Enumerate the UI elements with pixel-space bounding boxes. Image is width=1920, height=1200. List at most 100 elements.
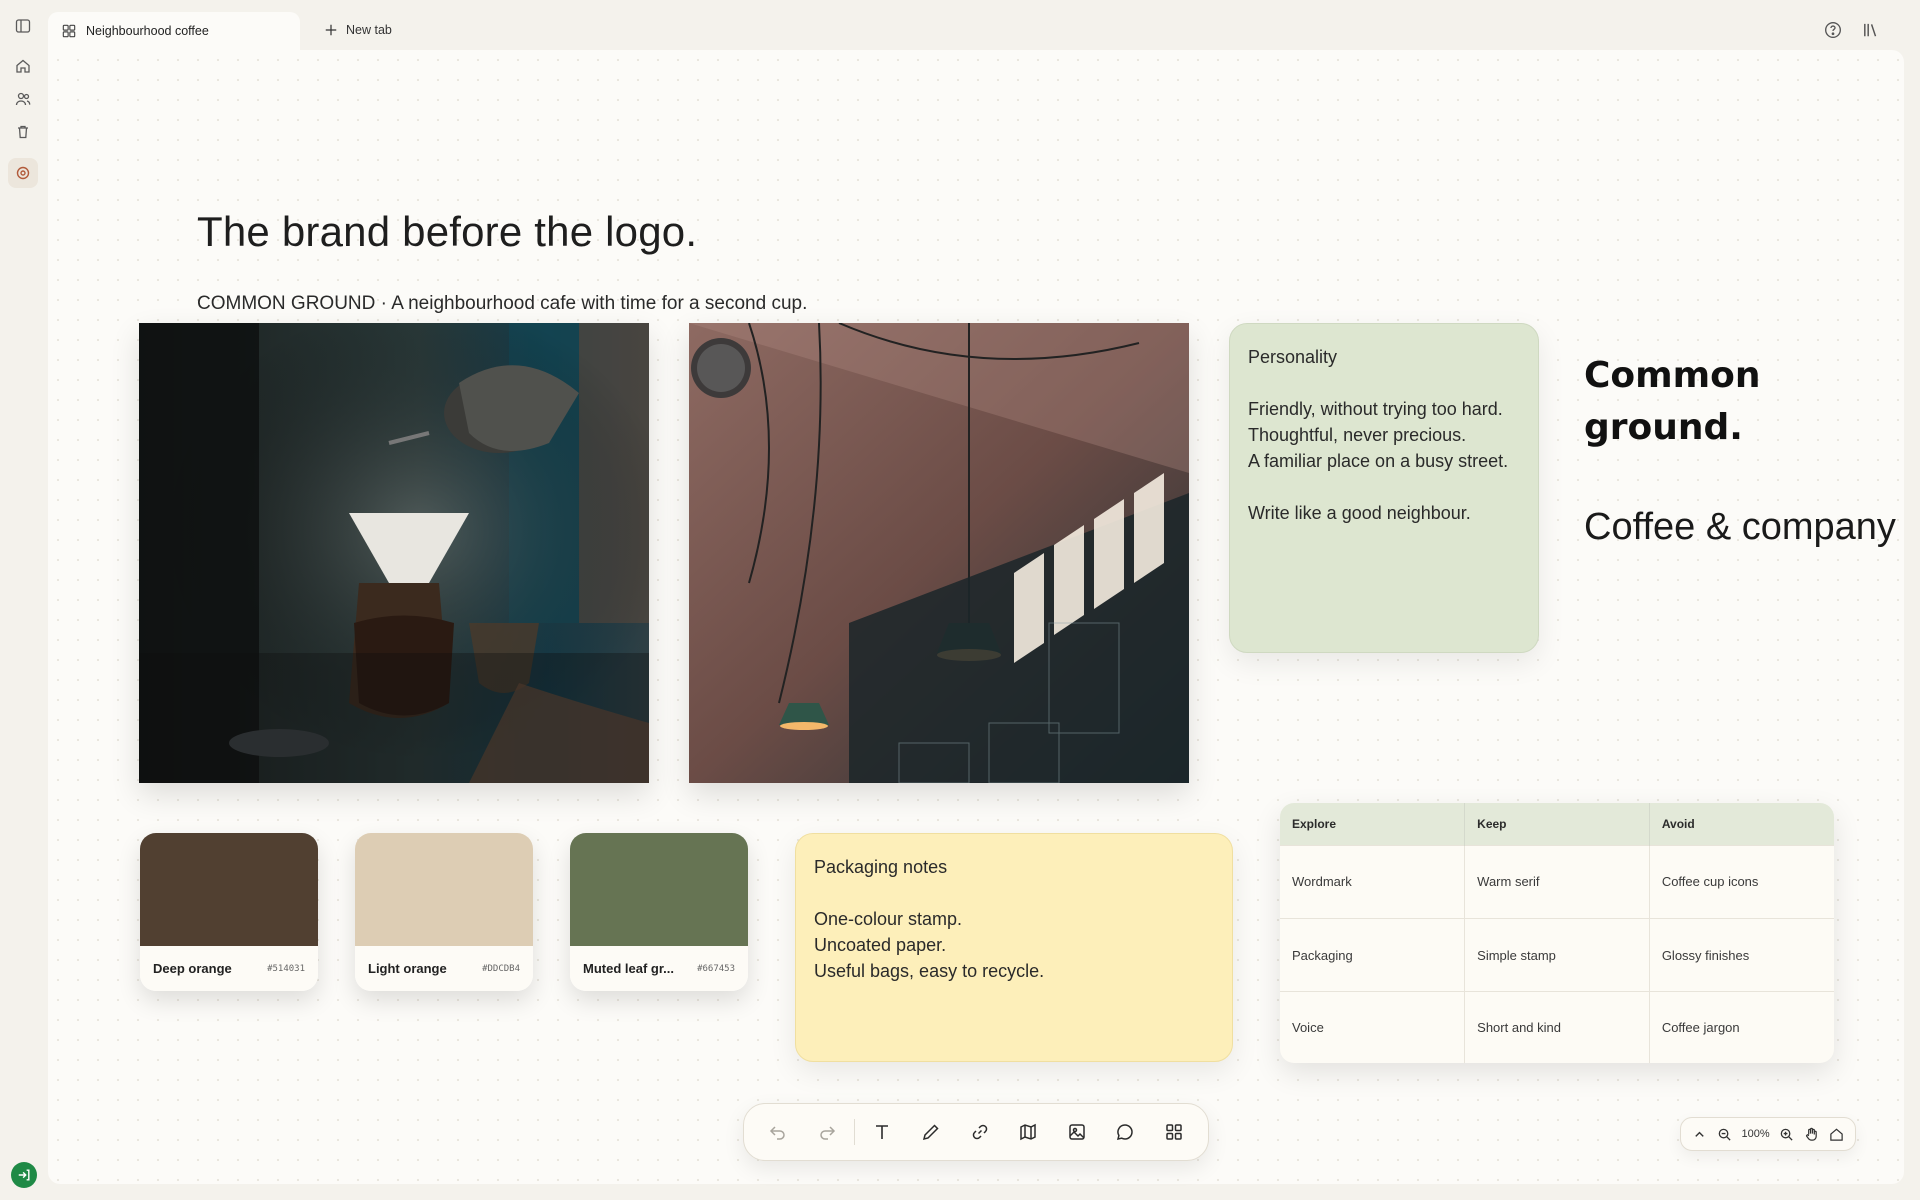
table-cell[interactable]: Coffee cup icons — [1649, 844, 1834, 919]
image-icon — [1067, 1122, 1087, 1142]
table-cell[interactable]: Simple stamp — [1464, 917, 1650, 992]
left-rail — [0, 0, 48, 1200]
packaging-line: One-colour stamp. — [814, 909, 963, 929]
apps-tool-button[interactable] — [1149, 1112, 1198, 1152]
trash-button[interactable] — [11, 120, 35, 144]
table-row: Packaging Simple stamp Glossy finishes — [1280, 917, 1834, 992]
brand-wordmark[interactable]: Common ground. — [1584, 350, 1844, 454]
board-canvas[interactable]: The brand before the logo. COMMON GROUND… — [48, 50, 1904, 1184]
home-view-icon[interactable] — [1829, 1127, 1844, 1142]
new-tab-button[interactable]: New tab — [324, 18, 392, 42]
map-tool-button[interactable] — [1004, 1112, 1053, 1152]
swatch-color — [355, 833, 533, 946]
personality-closing: Write like a good neighbour. — [1248, 503, 1471, 523]
table-cell[interactable]: Warm serif — [1464, 844, 1650, 919]
table-cell[interactable]: Packaging — [1280, 917, 1466, 992]
trash-icon — [15, 124, 31, 140]
personality-line: A familiar place on a busy street. — [1248, 451, 1509, 471]
link-tool-button[interactable] — [955, 1112, 1004, 1152]
personality-title: Personality — [1248, 347, 1338, 367]
zoom-in-icon[interactable] — [1779, 1127, 1794, 1142]
photo-pour-over[interactable] — [139, 323, 649, 783]
sidebar-toggle-icon — [15, 18, 31, 34]
swatch-name: Light orange — [368, 961, 447, 976]
personality-line: Thoughtful, never precious. — [1248, 425, 1467, 445]
personality-note[interactable]: Personality Friendly, without trying too… — [1229, 323, 1539, 653]
explore-keep-avoid-table[interactable]: Explore Keep Avoid Wordmark Warm serif C… — [1280, 803, 1834, 1063]
hand-icon[interactable] — [1804, 1127, 1819, 1142]
text-icon — [872, 1122, 892, 1142]
cafe-interior-image — [689, 323, 1189, 783]
table-header: Avoid — [1649, 803, 1834, 845]
swatch-name: Muted leaf gr... — [583, 961, 675, 976]
home-icon — [15, 58, 31, 74]
swatch-name: Deep orange — [153, 961, 232, 976]
link-icon — [970, 1122, 990, 1142]
target-icon — [15, 165, 31, 181]
help-button[interactable] — [1824, 21, 1842, 39]
wordmark-line-1: Common — [1584, 355, 1761, 396]
exit-icon — [17, 1168, 31, 1182]
zoom-out-icon[interactable] — [1717, 1127, 1732, 1142]
wordmark-line-2: ground. — [1584, 407, 1743, 448]
packaging-line: Useful bags, easy to recycle. — [814, 961, 1045, 981]
sidebar-toggle-button[interactable] — [11, 14, 35, 38]
redo-icon — [817, 1122, 837, 1142]
swatch-color — [140, 833, 318, 946]
personality-line: Friendly, without trying too hard. — [1248, 399, 1503, 419]
undo-icon — [768, 1122, 788, 1142]
pen-tool-button[interactable] — [907, 1112, 956, 1152]
image-tool-button[interactable] — [1052, 1112, 1101, 1152]
swatch-color — [570, 833, 748, 946]
tab-neighbourhood-coffee[interactable]: Neighbourhood coffee — [48, 12, 300, 50]
zoom-controls: 100% — [1680, 1117, 1856, 1151]
home-button[interactable] — [11, 54, 35, 78]
packaging-title: Packaging notes — [814, 857, 948, 877]
pour-over-image — [139, 323, 649, 783]
table-row: Wordmark Warm serif Coffee cup icons — [1280, 844, 1834, 919]
photo-cafe-interior[interactable] — [689, 323, 1189, 783]
redo-button[interactable] — [803, 1112, 852, 1152]
apps-icon — [1164, 1122, 1184, 1142]
swatch-card[interactable]: Muted leaf gr... #667453 — [570, 833, 748, 991]
undo-button[interactable] — [754, 1112, 803, 1152]
swatch-card[interactable]: Deep orange #514031 — [140, 833, 318, 991]
text-tool-button[interactable] — [858, 1112, 907, 1152]
toolbar-divider — [854, 1119, 856, 1145]
swatch-card[interactable]: Light orange #DDCDB4 — [355, 833, 533, 991]
users-icon — [15, 91, 31, 107]
exit-button[interactable] — [11, 1162, 37, 1188]
help-icon — [1824, 21, 1842, 39]
brand-tagline[interactable]: Coffee & company — [1584, 506, 1896, 549]
packaging-line: Uncoated paper. — [814, 935, 947, 955]
table-cell[interactable]: Voice — [1280, 991, 1466, 1063]
library-icon — [1862, 21, 1880, 39]
board-icon — [62, 24, 76, 38]
table-cell[interactable]: Glossy finishes — [1649, 917, 1834, 992]
comment-icon — [1115, 1122, 1135, 1142]
library-button[interactable] — [1862, 21, 1880, 39]
pen-icon — [921, 1122, 941, 1142]
table-cell[interactable]: Short and kind — [1464, 991, 1650, 1063]
chevron-up-icon[interactable] — [1692, 1127, 1707, 1142]
comment-tool-button[interactable] — [1101, 1112, 1150, 1152]
tab-bar: Neighbourhood coffee New tab — [48, 0, 1920, 50]
current-workspace-button[interactable] — [8, 158, 38, 188]
page-title: The brand before the logo. — [197, 208, 698, 255]
table-cell[interactable]: Wordmark — [1280, 844, 1466, 919]
zoom-level[interactable]: 100% — [1741, 1128, 1769, 1140]
new-tab-label: New tab — [346, 23, 392, 37]
map-icon — [1018, 1122, 1038, 1142]
swatch-hex: #667453 — [697, 963, 735, 974]
drawing-toolbar — [743, 1103, 1209, 1161]
table-header: Explore — [1280, 803, 1466, 845]
swatch-hex: #514031 — [267, 963, 305, 974]
people-button[interactable] — [11, 87, 35, 111]
table-cell[interactable]: Coffee jargon — [1649, 991, 1834, 1063]
page-subtitle: COMMON GROUND · A neighbourhood cafe wit… — [197, 293, 808, 314]
table-row: Voice Short and kind Coffee jargon — [1280, 991, 1834, 1063]
plus-icon — [324, 23, 338, 37]
packaging-note[interactable]: Packaging notes One-colour stamp. Uncoat… — [795, 833, 1233, 1062]
tab-label: Neighbourhood coffee — [86, 24, 209, 38]
table-header: Keep — [1464, 803, 1650, 845]
